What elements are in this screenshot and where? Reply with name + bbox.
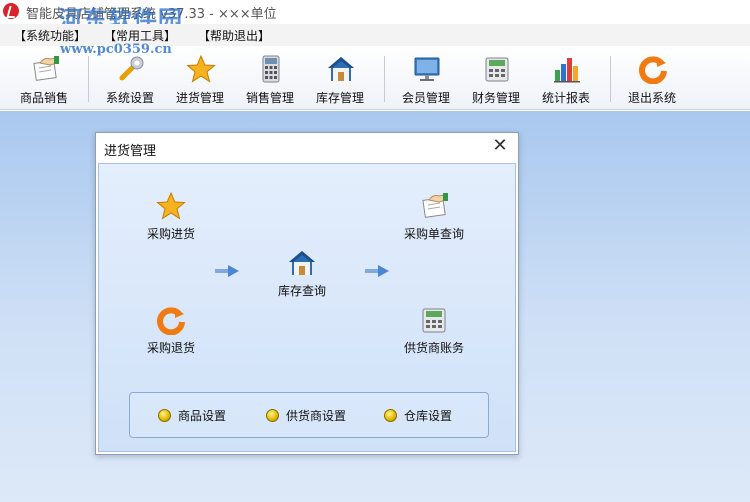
cash-register-icon	[485, 57, 509, 82]
toolbar-label: 进货管理	[175, 91, 224, 105]
app-logo-icon	[3, 3, 19, 19]
toolbar-label: 财务管理	[471, 91, 520, 105]
toolbar-label: 统计报表	[541, 91, 590, 105]
toolbar-separator	[88, 56, 89, 102]
calculator-icon	[262, 55, 280, 83]
toolbar-label: 会员管理	[401, 91, 450, 105]
title-bar: 智能皮具店铺管理系统 v37.33 - ×××单位 河东软件园	[0, 0, 750, 34]
toolbar-button-member-management[interactable]: 会员管理	[388, 46, 464, 110]
toolbar-label: 退出系统	[627, 91, 676, 105]
function-label: 库存查询	[277, 284, 326, 298]
toolbar-button-exit-system[interactable]: 退出系统	[614, 46, 690, 110]
exit-refresh-icon	[639, 56, 667, 84]
house-icon	[289, 251, 315, 275]
purchase-management-dialog: 进货管理 ✕ 采购进货 采购单查询 库存查询 采购退货 供货商账务 商品设置 供…	[95, 132, 519, 455]
toolbar-label: 系统设置	[105, 91, 154, 105]
star-icon	[156, 191, 186, 220]
hand-document-icon	[422, 193, 448, 218]
setting-label: 仓库设置	[404, 409, 453, 423]
function-label: 采购进货	[146, 227, 195, 241]
function-stock-query[interactable]: 库存查询	[257, 248, 347, 304]
toolbar-button-statistics-report[interactable]: 统计报表	[528, 46, 604, 110]
dialog-close-button[interactable]: ✕	[490, 136, 510, 156]
hand-document-icon	[33, 56, 59, 81]
house-icon	[328, 57, 354, 81]
toolbar-label: 商品销售	[19, 91, 68, 105]
toolbar-button-inventory-management[interactable]: 库存管理	[302, 46, 378, 110]
flow-arrow-right-icon	[215, 265, 239, 277]
toolbar-separator	[384, 56, 385, 102]
yellow-bullet-icon	[158, 409, 171, 422]
flow-arrow-right-icon	[365, 265, 389, 277]
toolbar-button-sales-management[interactable]: 销售管理	[232, 46, 308, 110]
setting-label: 供货商设置	[286, 409, 347, 423]
menu-help-exit[interactable]: 【帮助退出】	[198, 27, 270, 44]
toolbar-label: 销售管理	[245, 91, 294, 105]
settings-panel: 商品设置 供货商设置 仓库设置	[129, 392, 489, 438]
toolbar-label: 库存管理	[315, 91, 364, 105]
function-purchase-in[interactable]: 采购进货	[126, 191, 216, 247]
toolbar-button-finance-management[interactable]: 财务管理	[458, 46, 534, 110]
function-purchase-return[interactable]: 采购退货	[126, 305, 216, 361]
toolbar-separator	[610, 56, 611, 102]
watermark-url: www.pc0359.cn	[60, 42, 172, 57]
bar-chart-icon	[554, 58, 580, 83]
yellow-bullet-icon	[384, 409, 397, 422]
setting-label: 商品设置	[178, 409, 227, 423]
monitor-icon	[414, 57, 440, 81]
function-label: 采购单查询	[403, 227, 464, 241]
star-icon	[186, 54, 216, 83]
function-supplier-account[interactable]: 供货商账务	[389, 305, 479, 361]
exit-refresh-icon	[157, 307, 185, 335]
function-label: 采购退货	[146, 341, 195, 355]
toolbar-button-purchase-management[interactable]: 进货管理	[162, 46, 238, 110]
cash-register-icon	[422, 308, 446, 333]
function-purchase-query[interactable]: 采购单查询	[389, 191, 479, 247]
function-label: 供货商账务	[403, 341, 464, 355]
yellow-bullet-icon	[266, 409, 279, 422]
wrench-icon	[119, 56, 144, 81]
dialog-title: 进货管理	[104, 144, 157, 159]
dialog-body: 采购进货 采购单查询 库存查询 采购退货 供货商账务 商品设置 供货商设置 仓库…	[98, 163, 516, 452]
